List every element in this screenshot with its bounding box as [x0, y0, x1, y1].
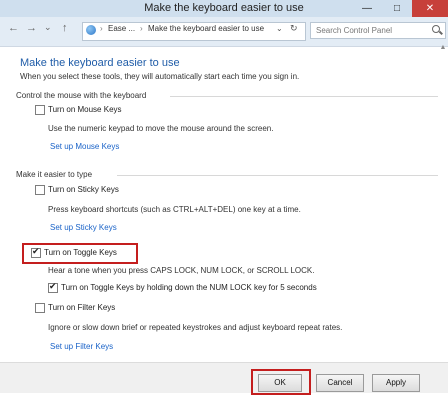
breadcrumb-current[interactable]: Make the keyboard easier to use: [148, 24, 264, 33]
address-separator: ›: [140, 24, 143, 33]
set-up-filter-keys-link[interactable]: Set up Filter Keys: [50, 342, 113, 351]
intro-text: When you select these tools, they will a…: [20, 72, 300, 81]
filter-keys-label[interactable]: Turn on Filter Keys: [48, 303, 115, 312]
search-icon[interactable]: [432, 25, 440, 33]
search-input[interactable]: [310, 22, 446, 39]
recent-pages-icon[interactable]: ⌄: [44, 22, 52, 33]
filter-keys-checkbox[interactable]: [35, 303, 45, 313]
section-typing-label: Make it easier to type: [16, 170, 93, 179]
toggle-keys-numlock-checkbox[interactable]: [48, 281, 58, 293]
maximize-button[interactable]: □: [382, 0, 412, 17]
address-dropdown-icon[interactable]: ⌄: [276, 24, 283, 33]
refresh-icon[interactable]: ↻: [290, 23, 298, 34]
breadcrumb-ease[interactable]: Ease ...: [108, 24, 135, 33]
close-button[interactable]: ✕: [412, 0, 448, 17]
toggle-keys-checkbox[interactable]: [31, 246, 41, 258]
section-divider: [170, 96, 438, 97]
page-title: Make the keyboard easier to use: [20, 57, 180, 69]
cancel-button[interactable]: Cancel: [316, 374, 364, 392]
toggle-keys-numlock-label[interactable]: Turn on Toggle Keys by holding down the …: [61, 283, 317, 292]
minimize-button[interactable]: —: [352, 0, 382, 17]
ok-button[interactable]: OK: [258, 374, 302, 392]
toggle-keys-label[interactable]: Turn on Toggle Keys: [44, 248, 117, 257]
toggle-keys-description: Hear a tone when you press CAPS LOCK, NU…: [48, 266, 315, 275]
mouse-keys-label[interactable]: Turn on Mouse Keys: [48, 105, 122, 114]
mouse-keys-checkbox[interactable]: [35, 105, 45, 115]
back-icon[interactable]: ←: [8, 22, 19, 34]
sticky-keys-label[interactable]: Turn on Sticky Keys: [48, 185, 119, 194]
up-icon[interactable]: ↑: [62, 22, 68, 34]
sticky-keys-checkbox[interactable]: [35, 185, 45, 195]
set-up-sticky-keys-link[interactable]: Set up Sticky Keys: [50, 223, 117, 232]
control-panel-icon: [86, 25, 96, 35]
section-divider: [117, 175, 438, 176]
mouse-keys-description: Use the numeric keypad to move the mouse…: [48, 124, 274, 133]
apply-button[interactable]: Apply: [372, 374, 420, 392]
sticky-keys-description: Press keyboard shortcuts (such as CTRL+A…: [48, 205, 301, 214]
address-separator: ›: [100, 24, 103, 33]
filter-keys-description: Ignore or slow down brief or repeated ke…: [48, 323, 343, 332]
section-mouse-label: Control the mouse with the keyboard: [16, 91, 147, 100]
forward-icon[interactable]: →: [26, 22, 37, 34]
scroll-up-icon[interactable]: ▲: [438, 44, 448, 54]
set-up-mouse-keys-link[interactable]: Set up Mouse Keys: [50, 142, 119, 151]
